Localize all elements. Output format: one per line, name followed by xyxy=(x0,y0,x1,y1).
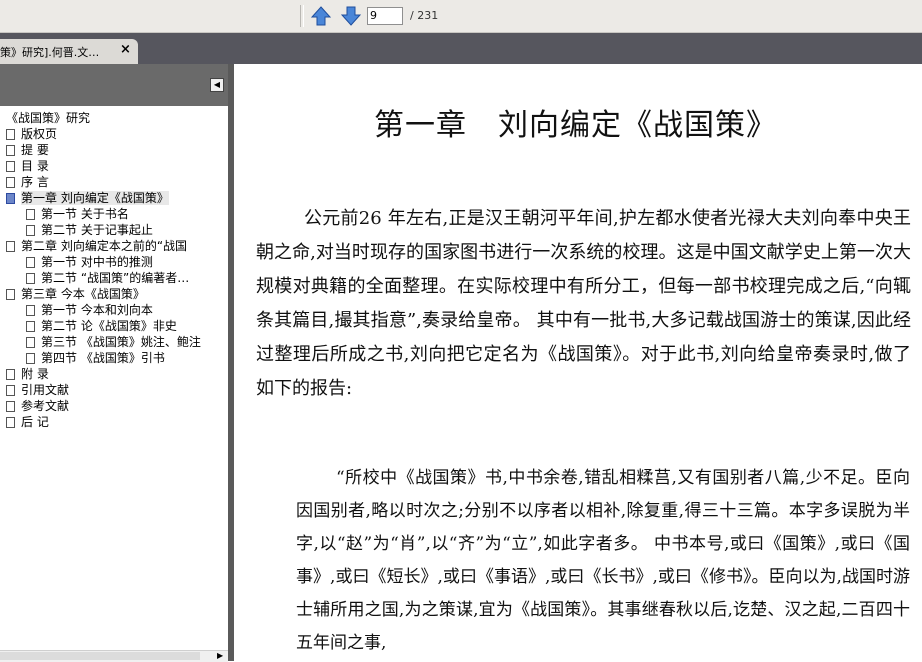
bookmark-label: 第二节 “战国策”的编著者… xyxy=(41,271,190,285)
page-icon xyxy=(6,129,15,140)
bookmark-label: 序 言 xyxy=(21,175,49,189)
bookmark-label: 提 要 xyxy=(21,143,49,157)
bookmark-item[interactable]: 后 记 xyxy=(6,414,49,430)
bookmark-item[interactable]: 第三章 今本《战国策》 xyxy=(6,286,145,302)
page-icon xyxy=(6,145,15,156)
quoted-report: “所校中《战国策》书,中书余卷,错乱相糅莒,又有国别者八篇,少不足。臣向因国别者… xyxy=(296,468,910,653)
previous-page-icon[interactable] xyxy=(311,6,331,26)
bookmark-label: 《战国策》研究 xyxy=(6,111,91,125)
page-icon xyxy=(26,273,35,284)
page-icon xyxy=(6,401,15,412)
page-icon xyxy=(26,321,35,332)
bookmark-item[interactable]: 参考文献 xyxy=(6,398,69,414)
bookmark-label: 第三章 今本《战国策》 xyxy=(21,287,145,301)
bookmark-label: 第一节 对中书的推测 xyxy=(41,255,153,269)
page-icon xyxy=(26,209,35,220)
bookmark-item[interactable]: 序 言 xyxy=(6,174,49,190)
page-icon xyxy=(6,417,15,428)
page-icon xyxy=(6,161,15,172)
bookmark-item[interactable]: 第二节 关于记事起止 xyxy=(26,222,153,238)
page-number-input[interactable]: 9 xyxy=(367,7,403,25)
document-tab-label: 策》研究].何晋.文… xyxy=(0,46,100,59)
chapter-title: 第一章 刘向编定《战国策》 xyxy=(374,108,777,143)
bookmark-label: 附 录 xyxy=(21,367,49,381)
page-icon xyxy=(26,337,35,348)
bookmark-item[interactable]: 第二节 论《战国策》非史 xyxy=(26,318,177,334)
bookmark-label: 参考文献 xyxy=(21,399,70,413)
page-icon xyxy=(26,353,35,364)
bookmark-label: 第二章 刘向编定本之前的“战国 xyxy=(21,239,188,253)
horizontal-scrollbar[interactable]: ▶ xyxy=(0,650,228,662)
bookmark-item[interactable]: 附 录 xyxy=(6,366,49,382)
bookmarks-panel: ◀ 《战国策》研究 版权页 提 要 目 录 序 言 第一章 刘向编定《战国策》 … xyxy=(0,64,230,662)
page-icon xyxy=(6,193,15,204)
bookmark-label: 第三节 《战国策》姚注、鲍注 xyxy=(41,335,201,349)
page-icon xyxy=(26,305,35,316)
scroll-right-icon[interactable]: ▶ xyxy=(217,651,223,660)
tab-strip: 策》研究].何晋.文… × xyxy=(0,33,922,64)
bookmark-label: 版权页 xyxy=(21,127,58,141)
bookmark-item-active[interactable]: 第一章 刘向编定《战国策》 xyxy=(6,190,169,206)
bookmark-label: 第一节 今本和刘向本 xyxy=(41,303,153,317)
bookmark-root[interactable]: 《战国策》研究 xyxy=(6,110,90,126)
page-icon xyxy=(6,289,15,300)
bookmark-label: 第二节 论《战国策》非史 xyxy=(41,319,177,333)
page-icon xyxy=(6,385,15,396)
bookmark-label: 第一章 刘向编定《战国策》 xyxy=(21,191,169,205)
bookmarks-header: ◀ xyxy=(0,64,230,106)
bookmark-label: 后 记 xyxy=(21,415,49,429)
bookmark-item[interactable]: 第一节 关于书名 xyxy=(26,206,129,222)
bookmark-label: 第一节 关于书名 xyxy=(41,207,129,221)
body-paragraph: 公元前26 年左右,正是汉王朝河平年间,护左都水使者光禄大夫刘向奉中央王朝之命,… xyxy=(256,208,911,399)
bookmark-item[interactable]: 第二章 刘向编定本之前的“战国 xyxy=(6,238,187,254)
bookmark-label: 引用文献 xyxy=(21,383,70,397)
toolbar-separator xyxy=(300,5,304,27)
bookmark-item[interactable]: 引用文献 xyxy=(6,382,69,398)
close-tab-icon[interactable]: × xyxy=(120,42,131,57)
next-page-icon[interactable] xyxy=(341,6,361,26)
bookmark-item[interactable]: 第四节 《战国策》引书 xyxy=(26,350,165,366)
bookmark-label: 第四节 《战国策》引书 xyxy=(41,351,165,365)
toolbar: 9 / 231 xyxy=(0,0,922,33)
bookmark-label: 第二节 关于记事起止 xyxy=(41,223,153,237)
bookmark-label: 目 录 xyxy=(21,159,49,173)
page-icon xyxy=(26,225,35,236)
document-tab[interactable]: 策》研究].何晋.文… × xyxy=(0,39,138,64)
page-icon xyxy=(26,257,35,268)
bookmark-item[interactable]: 第一节 对中书的推测 xyxy=(26,254,153,270)
scrollbar-thumb[interactable] xyxy=(0,652,200,660)
collapse-panel-icon[interactable]: ◀ xyxy=(210,78,224,92)
bookmark-item[interactable]: 第三节 《战国策》姚注、鲍注 xyxy=(26,334,201,350)
bookmark-item[interactable]: 第二节 “战国策”的编著者… xyxy=(26,270,189,286)
page-icon xyxy=(6,241,15,252)
document-page: 第一章 刘向编定《战国策》 公元前26 年左右,正是汉王朝河平年间,护左都水使者… xyxy=(234,64,922,661)
bookmark-item[interactable]: 版权页 xyxy=(6,126,57,142)
bookmark-item[interactable]: 第一节 今本和刘向本 xyxy=(26,302,153,318)
bookmark-tree: 《战国策》研究 版权页 提 要 目 录 序 言 第一章 刘向编定《战国策》 第一… xyxy=(0,108,230,654)
page-icon xyxy=(6,177,15,188)
bookmark-item[interactable]: 提 要 xyxy=(6,142,49,158)
page-icon xyxy=(6,369,15,380)
page-total-label: / 231 xyxy=(410,9,439,22)
bookmark-item[interactable]: 目 录 xyxy=(6,158,49,174)
